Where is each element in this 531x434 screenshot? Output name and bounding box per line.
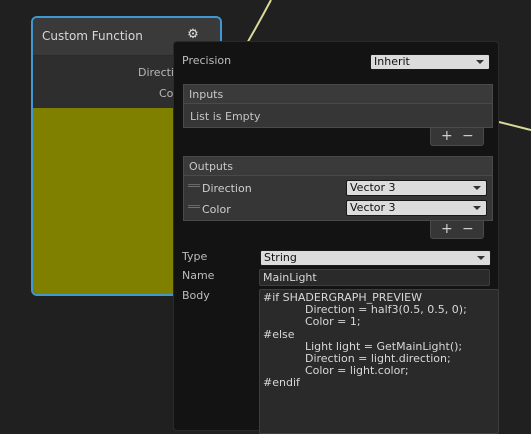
drag-handle-icon[interactable]: ══ — [188, 202, 200, 213]
inputs-empty-text: List is Empty — [190, 110, 261, 123]
outputs-add-button[interactable]: + — [441, 221, 453, 238]
name-label: Name — [182, 269, 215, 282]
list-item[interactable]: ══ Color Vector 3 — [184, 199, 492, 219]
type-dropdown[interactable]: String — [260, 250, 491, 266]
chevron-down-icon — [473, 206, 481, 210]
output-name: Color — [202, 203, 231, 216]
outputs-header: Outputs — [183, 156, 493, 175]
node-title: Custom Function — [42, 29, 143, 43]
output-type-dropdown[interactable]: Vector 3 — [346, 200, 487, 216]
body-label: Body — [182, 289, 210, 302]
list-item[interactable]: ══ Direction Vector 3 — [184, 178, 492, 198]
chevron-down-icon — [476, 60, 484, 64]
inputs-add-button[interactable]: + — [441, 128, 453, 145]
output-name: Direction — [202, 182, 252, 195]
chevron-down-icon — [473, 186, 481, 190]
drag-handle-icon[interactable]: ══ — [188, 181, 200, 192]
output-type-dropdown[interactable]: Vector 3 — [346, 180, 487, 196]
inputs-list: List is Empty — [183, 103, 493, 128]
precision-value: Inherit — [374, 55, 410, 68]
outputs-list: ══ Direction Vector 3 ══ Color Vector 3 — [183, 175, 493, 221]
precision-dropdown[interactable]: Inherit — [370, 54, 490, 70]
output-type-value: Vector 3 — [350, 181, 396, 194]
type-label: Type — [182, 250, 208, 263]
inputs-header: Inputs — [183, 84, 493, 103]
outputs-remove-button[interactable]: − — [462, 221, 474, 238]
inputs-remove-button[interactable]: − — [462, 128, 474, 145]
inputs-add-remove: + − — [430, 128, 484, 146]
precision-label: Precision — [182, 54, 232, 67]
chevron-down-icon — [477, 256, 485, 260]
outputs-add-remove: + − — [430, 221, 484, 239]
type-value: String — [264, 251, 297, 264]
name-field[interactable]: MainLight — [259, 269, 490, 286]
wire-color — [498, 121, 531, 131]
body-code-editor[interactable]: #if SHADERGRAPH_PREVIEW Direction = half… — [259, 289, 499, 434]
output-type-value: Vector 3 — [350, 201, 396, 214]
custom-function-inspector: Precision Inherit Inputs List is Empty +… — [173, 41, 499, 434]
